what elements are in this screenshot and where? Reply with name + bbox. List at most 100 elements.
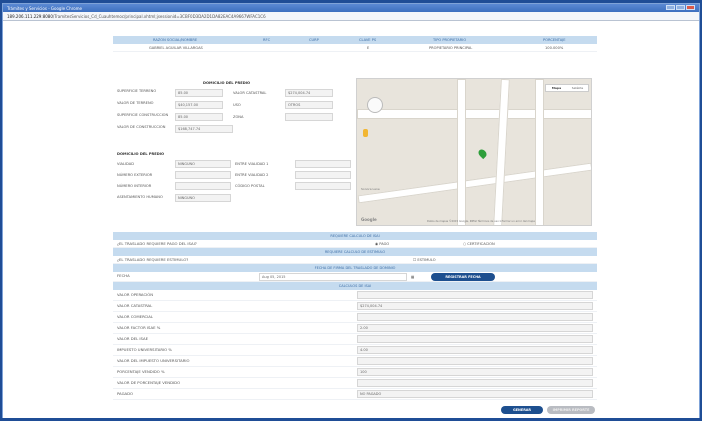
asentamiento-field[interactable]: NINGUNO [175, 194, 231, 202]
calculo-label: VALOR OPERACIÓN [117, 292, 154, 297]
owner-col-porcentaje: PORCENTAJE [543, 38, 566, 42]
map-type-satellite-button[interactable]: Satélite [567, 85, 588, 91]
page-viewport: RAZON SOCIAL/NOMBRE RFC CURP CLAVE PS TI… [3, 21, 699, 418]
checkbox-estimulo[interactable]: ☐ ESTIMULO [413, 258, 436, 262]
generar-button[interactable]: GENERAR [501, 406, 543, 414]
fecha-label: FECHA [117, 273, 130, 278]
map-marker-icon[interactable] [476, 147, 489, 160]
calculo-label: PAGADO [117, 391, 134, 396]
map-pan-control[interactable] [367, 97, 383, 113]
label-superficie-terreno: SUPERFICIE TERRENO [117, 89, 157, 93]
map-type-map-button[interactable]: Mapa [546, 85, 567, 91]
superficie-construccion-field[interactable]: 85.00 [175, 113, 223, 121]
calculo-value-field[interactable] [357, 335, 593, 343]
superficie-terreno-field[interactable]: 85.00 [175, 89, 223, 97]
owner-col-razon: RAZON SOCIAL/NOMBRE [153, 38, 198, 42]
label-uso: USO [233, 103, 241, 107]
calculos-header: CALCULOS DE ISAI [113, 282, 597, 290]
map-street-label: Sonora Lane [361, 187, 380, 191]
map-road-v1 [457, 79, 466, 225]
calculo-value-field[interactable] [357, 313, 593, 321]
domicilio-title: DOMICILIO DEL PREDIO [117, 152, 165, 156]
label-superficie-construccion: SUPERFICIE CONSTRUCCION [117, 113, 169, 117]
label-numero-interior: NÚMERO INTERIOR [117, 184, 152, 188]
vialidad-field[interactable]: NINGUNO [175, 160, 231, 168]
map-road-v3 [535, 79, 544, 225]
traslado-question: ¿EL TRASLADO REQUIERE PAGO DEL ISAI? [117, 241, 197, 246]
calculo-row: VALOR DEL ISAE [113, 334, 597, 345]
owner-col-rfc: RFC [263, 38, 271, 42]
entre-vialidad-2-field[interactable] [295, 171, 351, 179]
valor-construccion-field[interactable]: $168,747.74 [175, 125, 233, 133]
calculo-isai-header: REQUIERE CALCULO DE ISAI [113, 232, 597, 240]
radio-pago[interactable]: ◉ PAGO [375, 242, 389, 246]
numero-exterior-field[interactable] [175, 171, 231, 179]
label-valor-terreno: VALOR DE TERRENO [117, 101, 154, 105]
map-road-h2 [357, 162, 591, 204]
close-button[interactable] [686, 5, 695, 10]
pegman-icon[interactable] [363, 129, 368, 137]
map-type-control[interactable]: Mapa Satélite [545, 84, 589, 92]
calculo-label: VALOR CATASTRAL [117, 303, 153, 308]
calculo-label: VALOR FACTOR ISAE % [117, 325, 161, 330]
estimulo-header: REQUIERE CALCULO DE ESTIMULO [113, 248, 597, 256]
calculo-row: VALOR FACTOR ISAE % 2.00 [113, 323, 597, 334]
calculo-value-field[interactable]: 2.00 [357, 324, 593, 332]
calculo-value-field[interactable] [357, 291, 593, 299]
label-zona: ZONA [233, 115, 244, 119]
window-title: Trámites y Servicios - Google Chrome [7, 6, 82, 11]
valor-catastral-field[interactable]: $274,004.74 [285, 89, 333, 97]
calculo-row: VALOR OPERACIÓN [113, 290, 597, 301]
page-content: RAZON SOCIAL/NOMBRE RFC CURP CLAVE PS TI… [113, 36, 597, 418]
calculo-value-field[interactable]: 100 [357, 368, 593, 376]
calculo-value-field[interactable]: $274,004.74 [357, 302, 593, 310]
calculo-label: VALOR COMERCIAL [117, 314, 154, 319]
owner-col-clave: CLAVE PS [359, 38, 377, 42]
minimize-button[interactable] [666, 5, 675, 10]
title-bar: Trámites y Servicios - Google Chrome [3, 4, 699, 12]
calculo-label: VALOR DEL ISAE [117, 336, 149, 341]
calculo-value-field[interactable] [357, 379, 593, 387]
label-vialidad: VIALIDAD [117, 162, 134, 166]
map-road-h1 [357, 109, 591, 119]
calculo-label: VALOR DEL IMPUESTO UNIVERSITARIO [117, 358, 190, 363]
calculo-row: VALOR COMERCIAL [113, 312, 597, 323]
predio-title: DOMICILIO DEL PREDIO [203, 81, 251, 85]
label-valor-construccion: VALOR DE CONSTRUCCION [117, 125, 166, 129]
calculo-row: PAGADO NO PAGADO [113, 389, 597, 400]
uso-field[interactable]: OTROS [285, 101, 333, 109]
maximize-button[interactable] [676, 5, 685, 10]
calculo-row: VALOR DEL IMPUESTO UNIVERSITARIO [113, 356, 597, 367]
zona-field[interactable] [285, 113, 333, 121]
numero-interior-field[interactable] [175, 182, 231, 190]
owner-col-tipo: TIPO PROPIETARIO [433, 38, 467, 42]
registrar-fecha-button[interactable]: REGISTRAR FECHA [431, 273, 495, 281]
calculo-value-field[interactable]: NO PAGADO [357, 390, 593, 398]
map-footer: Datos de mapas ©2015 Google, INEGI Térmi… [427, 220, 535, 223]
calculo-label: IMPUESTO UNIVERSITARIO % [117, 347, 172, 352]
calendar-icon[interactable]: ▦ [411, 275, 414, 279]
calculo-row: IMPUESTO UNIVERSITARIO % 4.00 [113, 345, 597, 356]
label-entre-vialidad-1: ENTRE VIALIDAD 1 [235, 162, 269, 166]
map-widget[interactable]: Sonora Lane Mapa Satélite Google Datos d… [356, 78, 592, 226]
url-host: 189.206.111.229:8080 [7, 14, 53, 19]
owner-header-row: RAZON SOCIAL/NOMBRE RFC CURP CLAVE PS TI… [113, 36, 597, 44]
label-valor-catastral: VALOR CATASTRAL [233, 91, 267, 95]
imprimir-reporte-button[interactable]: IMPRIMIR REPORTE [547, 406, 595, 414]
owner-name: GABRIEL AGUILAR VILLARGAS [149, 46, 203, 50]
calculo-value-field[interactable]: 4.00 [357, 346, 593, 354]
address-bar[interactable]: 189.206.111.229:8080/TramitesServicios_C… [3, 12, 699, 21]
radio-certificacion[interactable]: ○ CERTIFICACION [463, 242, 495, 246]
calculo-label: VALOR DE PORCENTAJE VENDIDO [117, 380, 181, 385]
owner-row: GABRIEL AGUILAR VILLARGAS E PROPIETARIO … [113, 44, 597, 52]
entre-vialidad-1-field[interactable] [295, 160, 351, 168]
owner-col-curp: CURP [309, 38, 319, 42]
calculo-value-field[interactable] [357, 357, 593, 365]
label-numero-exterior: NÚMERO EXTERIOR [117, 173, 153, 177]
calculo-label: PORCENTAJE VENDIDO % [117, 369, 165, 374]
radio-pago-label: PAGO [379, 242, 390, 246]
valor-terreno-field[interactable]: $40,157.00 [175, 101, 223, 109]
fecha-input[interactable]: Aug 05, 2015 [259, 273, 407, 281]
codigo-postal-field[interactable] [295, 182, 351, 190]
browser-window: Trámites y Servicios - Google Chrome 189… [2, 3, 700, 418]
